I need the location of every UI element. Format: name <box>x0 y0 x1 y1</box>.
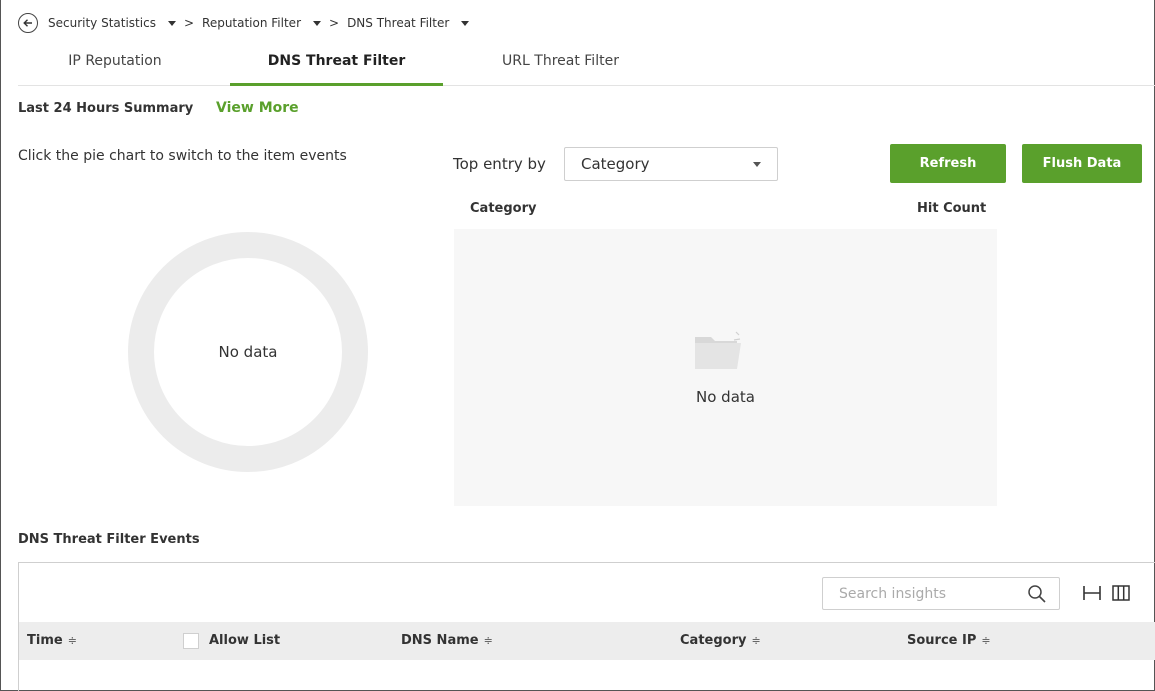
empty-folder-icon <box>695 331 741 369</box>
flush-data-button[interactable]: Flush Data <box>1022 144 1142 183</box>
empty-state-text: No data <box>696 388 755 406</box>
column-header-time[interactable]: Time ≑ <box>27 622 77 660</box>
top-entry-selected-value: Category <box>581 155 650 173</box>
allow-list-checkbox[interactable] <box>183 633 199 649</box>
tab-url-threat-filter[interactable]: URL Threat Filter <box>458 44 663 86</box>
breadcrumb-label: Security Statistics <box>48 16 156 30</box>
pie-chart[interactable]: No data <box>128 232 368 472</box>
column-header-dns-name[interactable]: DNS Name ≑ <box>401 622 493 660</box>
pie-chart-empty-text: No data <box>218 343 278 361</box>
breadcrumb-label: DNS Threat Filter <box>347 16 450 30</box>
back-arrow-icon[interactable] <box>18 13 38 33</box>
breadcrumb-separator: > <box>183 16 195 30</box>
sort-icon: ≑ <box>751 634 761 647</box>
breadcrumb: Security Statistics > Reputation Filter … <box>18 12 470 34</box>
view-more-link[interactable]: View More <box>216 100 299 116</box>
events-section-title: DNS Threat Filter Events <box>18 532 200 547</box>
search-field[interactable] <box>822 577 1060 610</box>
chevron-down-icon <box>313 20 321 26</box>
tab-bar: IP Reputation DNS Threat Filter URL Thre… <box>18 44 1155 86</box>
search-input[interactable] <box>839 578 1019 609</box>
column-header-label: Time <box>27 633 63 648</box>
column-header-source-ip[interactable]: Source IP ≑ <box>907 622 991 660</box>
breadcrumb-item-security-statistics[interactable]: Security Statistics <box>48 16 176 30</box>
column-header-label: Source IP <box>907 633 977 648</box>
column-header-hit-count: Hit Count <box>917 201 987 216</box>
summary-title: Last 24 Hours Summary <box>18 101 194 116</box>
refresh-button[interactable]: Refresh <box>890 144 1006 183</box>
tab-dns-threat-filter[interactable]: DNS Threat Filter <box>230 44 443 86</box>
top-entry-select[interactable]: Category <box>564 147 778 181</box>
chevron-down-icon <box>167 20 176 26</box>
column-header-category[interactable]: Category ≑ <box>680 622 761 660</box>
events-table: Time ≑ Allow List DNS Name ≑ Category ≑ Sou… <box>18 562 1155 691</box>
breadcrumb-item-reputation-filter[interactable]: Reputation Filter <box>202 16 321 30</box>
column-header-category: Category <box>470 201 537 216</box>
pie-chart-hint: Click the pie chart to switch to the ite… <box>18 148 347 164</box>
tab-ip-reputation[interactable]: IP Reputation <box>40 44 190 86</box>
breadcrumb-label: Reputation Filter <box>202 16 301 30</box>
table-header-row: Time ≑ Allow List DNS Name ≑ Category ≑ Sou… <box>19 622 1155 660</box>
sort-icon: ≑ <box>981 634 991 647</box>
top-entry-label: Top entry by <box>453 155 546 173</box>
column-header-label: Allow List <box>209 633 281 648</box>
fit-columns-icon[interactable] <box>1082 584 1102 602</box>
breadcrumb-item-dns-threat-filter[interactable]: DNS Threat Filter <box>347 16 470 30</box>
sort-icon: ≑ <box>483 634 493 647</box>
column-header-label: DNS Name <box>401 633 479 648</box>
column-header-label: Category <box>680 633 747 648</box>
chevron-down-icon <box>461 20 470 26</box>
column-settings-icon[interactable] <box>1111 583 1131 603</box>
search-icon[interactable] <box>1027 584 1047 604</box>
sort-icon: ≑ <box>67 634 77 647</box>
column-header-allow-list: Allow List <box>209 622 280 660</box>
breadcrumb-separator: > <box>329 16 340 30</box>
top-entries-panel: No data <box>454 229 997 506</box>
chevron-down-icon <box>753 162 761 167</box>
